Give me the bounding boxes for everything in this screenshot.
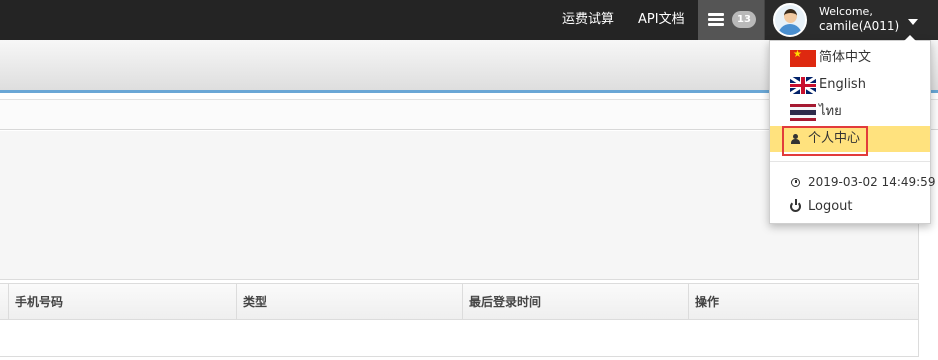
profile-label: 个人中心 (808, 131, 861, 146)
clock-icon (791, 178, 800, 187)
flag-th-icon (790, 104, 816, 121)
nav-link-api-docs[interactable]: API文档 (638, 0, 685, 40)
profile-menu-item[interactable]: 个人中心 (770, 126, 930, 156)
column-header-actions: 操作 (688, 284, 918, 320)
user-menu-toggle[interactable]: Welcome, camile(A011) (764, 0, 938, 40)
login-time-item: 2019-03-02 14:49:59 (770, 169, 935, 195)
flag-cn-icon (790, 50, 816, 67)
welcome-text: Welcome, (819, 5, 873, 18)
user-icon (791, 134, 800, 144)
table-header: 手机号码 类型 最后登录时间 操作 (0, 284, 918, 320)
top-navbar: 运费试算 API文档 13 Welcome, camile(A011) (0, 0, 938, 40)
message-count-badge: 13 (732, 11, 756, 28)
language-option-en[interactable]: English (770, 72, 930, 98)
menu-divider (770, 161, 930, 162)
nav-link-freight-calculator[interactable]: 运费试算 (562, 0, 614, 40)
message-list-icon (708, 13, 724, 27)
username: camile(A011) (819, 19, 900, 33)
logout-menu-item[interactable]: Logout (770, 194, 930, 220)
language-option-zh-cn[interactable]: 简体中文 (770, 45, 930, 71)
flag-gb-icon (790, 77, 816, 94)
language-option-th[interactable]: ไทย (770, 99, 930, 125)
column-header-last-login[interactable]: 最后登录时间 (462, 284, 688, 320)
language-label: 简体中文 (819, 50, 872, 65)
user-dropdown-menu: 简体中文 English ไทย 个人中心 2019-03-02 14:49:5… (769, 35, 935, 224)
column-header-type[interactable]: 类型 (236, 284, 462, 320)
logout-label: Logout (808, 199, 853, 214)
power-icon (790, 199, 801, 212)
avatar (773, 3, 807, 37)
language-label: ไทย (819, 104, 842, 119)
language-label: English (819, 77, 866, 92)
column-header-phone[interactable]: 手机号码 (8, 284, 236, 320)
caret-down-icon (908, 19, 918, 25)
messages-button[interactable]: 13 (698, 0, 764, 40)
login-time-text: 2019-03-02 14:49:59 (808, 175, 936, 189)
user-table: 手机号码 类型 最后登录时间 操作 (0, 283, 919, 357)
